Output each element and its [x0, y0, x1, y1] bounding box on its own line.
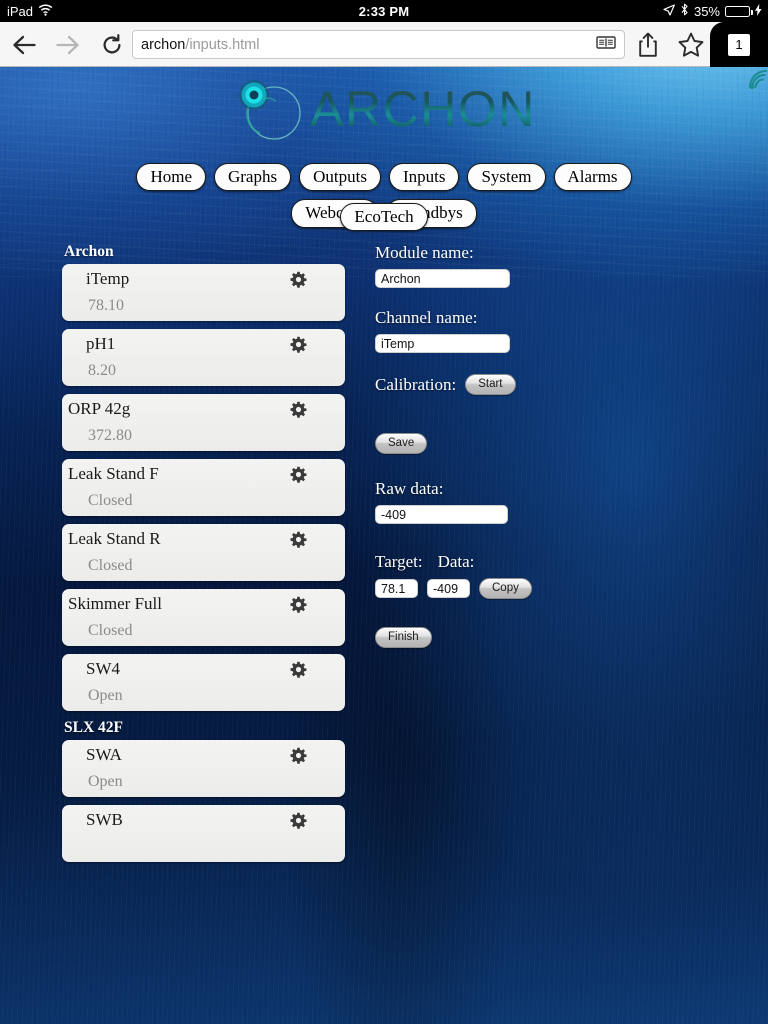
channel-card-value: Open — [88, 773, 123, 790]
archon-spiral-icon — [232, 73, 310, 145]
channel-card[interactable]: Leak Stand R Closed — [62, 524, 345, 581]
battery-percent-label: 35% — [693, 3, 720, 19]
nav-item-inputs[interactable]: Inputs — [388, 163, 460, 192]
browser-toolbar: archon/inputs.html 1 — [0, 22, 768, 67]
channel-card-value: Open — [88, 687, 123, 704]
location-arrow-icon — [663, 3, 675, 19]
gear-icon[interactable] — [290, 661, 307, 683]
nav-item-alarms[interactable]: Alarms — [553, 163, 632, 192]
channel-card[interactable]: ORP 42g 372.80 — [62, 394, 345, 451]
nav-item-outputs[interactable]: Outputs — [299, 163, 381, 192]
gear-icon[interactable] — [290, 271, 307, 293]
channel-group-header: SLX 42F — [64, 719, 123, 736]
gear-icon[interactable] — [290, 336, 307, 358]
archon-web-page: ARCHON Home Graphs Outputs Inputs System… — [0, 67, 768, 1024]
gear-icon[interactable] — [290, 596, 307, 618]
nav-item-ecotech[interactable]: EcoTech — [340, 203, 428, 232]
nav-item-graphs[interactable]: Graphs — [213, 163, 292, 192]
channel-card-value: Closed — [88, 622, 133, 639]
forward-button[interactable] — [46, 22, 90, 67]
logo-wordmark: ARCHON — [310, 81, 536, 137]
lightning-bolt-icon — [755, 3, 762, 19]
back-button[interactable] — [2, 22, 46, 67]
channel-card-value: Closed — [88, 557, 133, 574]
raw-data-label: Raw data: — [375, 479, 444, 498]
channel-card[interactable]: SWB — [62, 805, 345, 862]
gear-icon[interactable] — [290, 812, 307, 834]
channel-settings-form: Module name: Channel name: Calibration: … — [375, 243, 735, 648]
channel-card[interactable]: Skimmer Full Closed — [62, 589, 345, 646]
module-name-input[interactable] — [375, 269, 510, 288]
status-bar-right: 35% — [663, 3, 762, 19]
channel-card-title: SWB — [86, 810, 123, 829]
channel-card-value: 372.80 — [88, 427, 132, 444]
channel-card-title: Skimmer Full — [68, 594, 162, 613]
ios-status-bar: iPad 2:33 PM 35% — [0, 0, 768, 22]
reader-view-icon[interactable] — [596, 35, 616, 55]
tab-count-button[interactable]: 1 — [710, 22, 768, 67]
secondary-navigation: EcoTech — [0, 203, 768, 232]
save-button[interactable]: Save — [375, 433, 428, 454]
bluetooth-icon — [680, 3, 689, 19]
url-path: /inputs.html — [185, 36, 260, 53]
gear-icon[interactable] — [290, 531, 307, 553]
target-label: Target: — [375, 552, 423, 571]
reload-button[interactable] — [90, 22, 134, 67]
channel-card[interactable]: Leak Stand F Closed — [62, 459, 345, 516]
start-calibration-button[interactable]: Start — [465, 374, 516, 395]
channel-card-title: SWA — [86, 745, 122, 764]
channel-card-title: Leak Stand F — [68, 464, 159, 483]
status-bar-clock: 2:33 PM — [358, 3, 410, 19]
site-logo[interactable]: ARCHON — [0, 69, 768, 145]
channel-card-title: iTemp — [86, 269, 130, 288]
channel-card[interactable]: SWA Open — [62, 740, 345, 797]
channel-card[interactable]: SW4 Open — [62, 654, 345, 711]
gear-icon[interactable] — [290, 401, 307, 423]
channel-name-label: Channel name: — [375, 308, 478, 327]
gear-icon[interactable] — [290, 747, 307, 769]
bookmark-star-icon[interactable] — [672, 22, 710, 67]
channel-group-header: Archon — [64, 243, 114, 260]
nav-item-system[interactable]: System — [467, 163, 546, 192]
battery-icon — [725, 5, 753, 17]
channel-card-value: Closed — [88, 492, 133, 509]
wifi-signal-icon — [744, 67, 768, 98]
gear-icon[interactable] — [290, 466, 307, 488]
channel-card-value: 8.20 — [88, 362, 116, 379]
tab-count-label: 1 — [728, 33, 750, 56]
channel-card[interactable]: pH1 8.20 — [62, 329, 345, 386]
channel-card-value: 78.10 — [88, 297, 124, 314]
channel-list: Archon iTemp 78.10 pH1 8.20 ORP 42g 372.80 Leak… — [62, 243, 345, 870]
copy-button[interactable]: Copy — [479, 578, 532, 599]
share-button[interactable] — [630, 22, 666, 67]
channel-card-title: ORP 42g — [68, 399, 131, 418]
data-label: Data: — [437, 552, 475, 571]
channel-card-title: Leak Stand R — [68, 529, 161, 548]
calibration-label: Calibration: — [375, 374, 457, 394]
data-input[interactable] — [427, 579, 470, 598]
target-input[interactable] — [375, 579, 418, 598]
channel-name-input[interactable] — [375, 334, 510, 353]
url-text: archon/inputs.html — [141, 37, 260, 53]
finish-button[interactable]: Finish — [375, 627, 432, 648]
channel-card-title: pH1 — [86, 334, 116, 353]
url-host: archon — [141, 36, 186, 53]
raw-data-input[interactable] — [375, 505, 508, 524]
module-name-label: Module name: — [375, 243, 474, 262]
nav-item-home[interactable]: Home — [136, 163, 206, 192]
url-bar[interactable]: archon/inputs.html — [132, 30, 625, 59]
channel-card-title: SW4 — [86, 659, 120, 678]
channel-card[interactable]: iTemp 78.10 — [62, 264, 345, 321]
